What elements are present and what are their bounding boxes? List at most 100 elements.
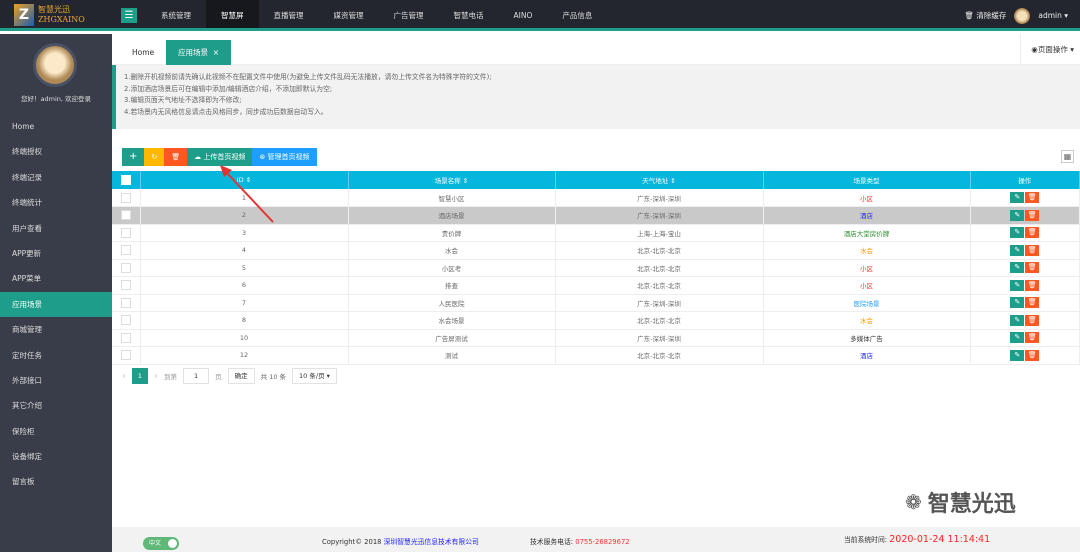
delete-row-button[interactable]: 🗑 [1025,349,1040,361]
next-page[interactable]: › [154,371,158,382]
nav-item[interactable]: 系统管理 [146,0,206,31]
edit-button[interactable]: ✎ [1010,262,1025,274]
page-1[interactable]: 1 [132,368,148,384]
col-id[interactable]: ID ⇕ [140,171,349,189]
table-row[interactable]: 5 小区考 北京-北京-北京 小区 ✎ 🗑 [112,259,1080,277]
edit-button[interactable]: ✎ [1010,244,1025,256]
cell-type: 医院场景 [763,294,971,312]
cell-weather: 北京-北京-北京 [555,276,764,295]
nav-item[interactable]: 智慧屏 [206,0,259,31]
delete-row-button[interactable]: 🗑 [1025,192,1040,203]
sidebar-item[interactable]: 保险柜 [0,419,112,444]
delete-row-button[interactable]: 🗑 [1025,227,1040,239]
col-actions: 操作 [970,171,1080,189]
table-row[interactable]: 1 智慧小区 广东-深圳-深圳 小区 ✎ 🗑 [112,189,1080,207]
row-checkbox[interactable] [112,329,141,347]
row-checkbox[interactable] [112,241,141,260]
tab-app-scene[interactable]: 应用场景 × [166,40,232,65]
row-checkbox[interactable] [112,259,141,277]
row-checkbox[interactable] [112,189,141,207]
menu-toggle-icon[interactable]: ☰ [121,8,137,23]
watermark: ❁ 智慧光迅 [905,490,1016,517]
sidebar-item[interactable]: 设备绑定 [0,444,112,469]
refresh-button[interactable]: ↻ [144,148,165,166]
table-row[interactable]: 12 测试 北京-北京-北京 酒店 ✎ 🗑 [112,346,1080,365]
table-row[interactable]: 6 排查 北京-北京-北京 小区 ✎ 🗑 [112,276,1080,295]
row-checkbox[interactable] [112,294,141,312]
table-row[interactable]: 2 酒店场景 广东-深圳-深圳 酒店 ✎ 🗑 [112,206,1080,225]
company-link[interactable]: 深圳智慧光迅信息技术有限公司 [384,538,479,546]
sidebar-item[interactable]: 应用场景 [0,291,112,318]
row-checkbox[interactable] [112,276,141,295]
edit-button[interactable]: ✎ [1010,279,1025,291]
toolbar: + ↻ 🗑 ☁ 上传首页视频 ⊛ 管理首页视频 [122,148,317,166]
close-icon[interactable]: × [213,48,219,57]
notice-line: 2.添加酒店场景后可在编辑中添加/编辑酒店介绍，不添加即默认为空; [124,84,333,93]
sidebar-item[interactable]: 留言板 [0,469,112,494]
sidebar-item[interactable]: APP菜单 [0,266,112,291]
edit-button[interactable]: ✎ [1010,332,1025,344]
delete-row-button[interactable]: 🗑 [1025,314,1040,326]
sidebar-item[interactable]: 定时任务 [0,343,112,368]
nav-item[interactable]: 产品信息 [547,0,607,31]
sidebar-item[interactable]: 终端统计 [0,190,112,215]
sidebar-item[interactable]: 用户查看 [0,216,112,241]
sidebar-item[interactable]: APP更新 [0,241,112,266]
nav-item[interactable]: AINO [499,0,548,31]
row-checkbox[interactable] [112,224,141,242]
sidebar-item[interactable]: 商城管理 [0,317,112,342]
page-input[interactable]: 1 [183,368,210,384]
select-all[interactable] [112,171,141,189]
sidebar-item[interactable]: 终端记录 [0,165,112,190]
per-page-select[interactable]: 10 条/页 ▾ [292,368,337,384]
sidebar-item[interactable]: 终端授权 [0,139,112,164]
cell-actions: ✎ 🗑 [970,224,1080,242]
row-checkbox[interactable] [112,206,141,225]
delete-row-button[interactable]: 🗑 [1025,297,1040,309]
table-row[interactable]: 10 广告屏测试 广东-深圳-深圳 多媒体广告 ✎ 🗑 [112,329,1080,347]
delete-row-button[interactable]: 🗑 [1025,262,1040,274]
delete-button[interactable]: 🗑 [164,148,188,166]
col-name[interactable]: 场景名称 ⇕ [348,171,556,189]
sidebar-item[interactable]: 其它介绍 [0,393,112,418]
sidebar-item[interactable]: Home [0,114,112,139]
sidebar-item[interactable]: 外部接口 [0,368,112,393]
edit-button[interactable]: ✎ [1010,297,1025,309]
table-row[interactable]: 4 水会 北京-北京-北京 水会 ✎ 🗑 [112,241,1080,260]
delete-row-button[interactable]: 🗑 [1025,279,1040,291]
edit-button[interactable]: ✎ [1010,209,1025,221]
cell-type: 小区 [763,259,971,277]
nav-item[interactable]: 广告管理 [379,0,439,31]
nav-item[interactable]: 直播管理 [259,0,319,31]
avatar [1014,7,1031,24]
nav-item[interactable]: 媒资管理 [319,0,379,31]
cell-name: 责价牌 [348,224,556,242]
edit-button[interactable]: ✎ [1010,227,1025,239]
columns-icon[interactable]: ▦ [1061,150,1074,163]
edit-button[interactable]: ✎ [1010,349,1025,361]
add-button[interactable]: + [122,148,145,166]
table-row[interactable]: 8 水会场景 北京-北京-北京 水会 ✎ 🗑 [112,311,1080,330]
cell-name: 测试 [348,346,556,365]
col-weather[interactable]: 天气地址 ⇕ [555,171,764,189]
page-operations-dropdown[interactable]: ◉页面操作 ▾ [1020,34,1074,65]
row-checkbox[interactable] [112,311,141,330]
manage-video-button[interactable]: ⊛ 管理首页视频 [252,148,317,166]
row-checkbox[interactable] [112,346,141,365]
table-row[interactable]: 3 责价牌 上海-上海-宝山 酒店大堂房价牌 ✎ 🗑 [112,224,1080,242]
edit-button[interactable]: ✎ [1010,314,1025,326]
nav-item[interactable]: 智慧电话 [439,0,499,31]
edit-button[interactable]: ✎ [1010,192,1025,203]
upload-video-button[interactable]: ☁ 上传首页视频 [187,148,253,166]
delete-row-button[interactable]: 🗑 [1025,209,1040,221]
delete-row-button[interactable]: 🗑 [1025,332,1040,344]
clear-cache-button[interactable]: 🗑 清除缓存 [964,10,1006,21]
phone: 技术服务电话: 0755-26829672 [530,538,630,546]
tab-home[interactable]: Home [120,40,166,65]
table-row[interactable]: 7 人民医院 广东-深圳-深圳 医院场景 ✎ 🗑 [112,294,1080,312]
prev-page[interactable]: ‹ [122,371,126,382]
delete-row-button[interactable]: 🗑 [1025,244,1040,256]
language-toggle[interactable]: 中文 [143,537,179,550]
confirm-button[interactable]: 确定 [227,368,255,384]
user-menu[interactable]: admin ▾ [1038,11,1068,20]
